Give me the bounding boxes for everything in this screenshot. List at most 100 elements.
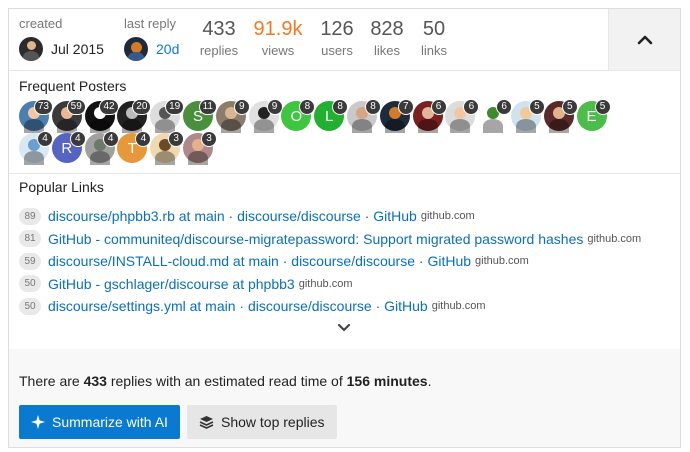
avatar-figure xyxy=(89,151,110,165)
users-stat: 126 users xyxy=(317,18,357,59)
expand-links-button[interactable] xyxy=(336,321,352,333)
popular-links-title: Popular Links xyxy=(19,179,104,195)
chevron-up-icon xyxy=(637,35,652,44)
popular-link-row: 89 discourse/phpbb3.rb at main · discours… xyxy=(19,205,669,228)
posters-row: 73 59 42 20 19 S 11 9 9 O 8 L 8 8 7 6 6 6 5 5 E 5 xyxy=(19,99,659,133)
post-count-badge: 6 xyxy=(430,99,447,115)
poster-avatar[interactable]: 3 xyxy=(150,131,185,165)
post-count-badge: 11 xyxy=(198,99,217,115)
poster-avatar[interactable]: E5 xyxy=(576,99,611,131)
poster-avatar[interactable]: 8 xyxy=(346,99,381,133)
links-stat[interactable]: 50 links xyxy=(419,18,449,59)
post-count-badge: 73 xyxy=(33,99,53,115)
post-count-badge: 6 xyxy=(463,99,480,115)
avatar-figure xyxy=(351,119,372,133)
link-domain: github.com xyxy=(587,232,642,245)
links-label: links xyxy=(420,43,447,58)
poster-avatar[interactable]: L8 xyxy=(314,99,349,131)
post-count-badge: 8 xyxy=(299,99,316,115)
avatar-figure xyxy=(384,119,405,133)
avatar-figure xyxy=(483,119,504,133)
summary-text: There are 433 replies with an estimated … xyxy=(19,373,431,389)
poster-avatar[interactable]: 4 xyxy=(84,131,119,165)
views-label: views xyxy=(261,43,295,58)
post-count-badge: 5 xyxy=(594,99,611,115)
chevron-down-icon xyxy=(337,323,351,332)
post-count-badge: 42 xyxy=(99,99,119,115)
popular-link[interactable]: discourse/settings.yml at main · discour… xyxy=(48,298,428,314)
summary-suffix: . xyxy=(427,373,432,389)
topic-map: created Jul 2015 last reply 20d 433 repl… xyxy=(8,8,681,448)
poster-avatar[interactable]: 9 xyxy=(248,99,283,133)
popular-link[interactable]: discourse/phpbb3.rb at main · discourse/… xyxy=(48,208,417,224)
poster-avatar[interactable]: 6 xyxy=(478,99,513,133)
poster-avatar[interactable]: 4 xyxy=(19,131,53,165)
link-click-count: 50 xyxy=(19,275,41,293)
poster-avatar[interactable]: 73 xyxy=(19,99,53,133)
link-domain: github.com xyxy=(298,277,353,290)
poster-avatar[interactable]: 9 xyxy=(215,99,250,133)
popular-link-row: 50 discourse/settings.yml at main · disco… xyxy=(19,295,669,318)
sparkle-icon xyxy=(31,415,45,429)
poster-avatar[interactable]: 42 xyxy=(84,99,119,133)
avatar-figure xyxy=(187,151,208,165)
replies-stat: 433 replies xyxy=(197,18,241,59)
avatar-figure xyxy=(253,119,274,133)
posters-row: 4R44T433 xyxy=(19,131,659,165)
last-reply-date[interactable]: 20d xyxy=(156,41,179,57)
post-count-badge: 19 xyxy=(165,99,185,115)
poster-avatar[interactable]: 6 xyxy=(445,99,480,133)
popular-link-row: 59 discourse/INSTALL-cloud.md at main · d… xyxy=(19,250,669,273)
link-domain: github.com xyxy=(420,210,475,223)
frequent-posters-title: Frequent Posters xyxy=(19,78,127,94)
poster-avatar[interactable]: S 11 xyxy=(182,99,217,131)
summary-read-time: 156 minutes xyxy=(346,373,428,389)
created-date[interactable]: Jul 2015 xyxy=(51,41,104,57)
post-count-badge: 4 xyxy=(102,131,119,147)
popular-link[interactable]: discourse/INSTALL-cloud.md at main · dis… xyxy=(48,253,471,269)
link-domain: github.com xyxy=(475,255,529,268)
topic-stats-bar: created Jul 2015 last reply 20d 433 repl… xyxy=(9,9,680,71)
collapse-button[interactable] xyxy=(608,9,680,70)
post-count-badge: 3 xyxy=(168,131,185,147)
post-count-badge: 5 xyxy=(561,99,578,115)
link-click-count: 89 xyxy=(19,207,41,225)
likes-label: likes xyxy=(373,43,400,58)
link-domain: github.com xyxy=(431,300,486,313)
popular-link[interactable]: GitHub - communiteq/discourse-migratepas… xyxy=(48,231,583,247)
views-count: 91.9k xyxy=(253,18,303,40)
created-label: created xyxy=(19,16,63,31)
section-divider xyxy=(9,173,680,174)
poster-avatar[interactable]: T4 xyxy=(117,131,152,163)
creator-avatar[interactable] xyxy=(19,37,43,61)
avatar-figure xyxy=(548,119,569,133)
link-click-count: 50 xyxy=(19,297,41,315)
popular-link[interactable]: GitHub - gschlager/discourse at phpbb3 xyxy=(48,276,295,292)
poster-avatar[interactable]: R4 xyxy=(51,131,86,163)
frequent-posters-list: 73 59 42 20 19 S 11 9 9 O 8 L 8 8 7 6 6 6 5 5 E 5 4R44T433 xyxy=(19,99,659,165)
last-replier-avatar[interactable] xyxy=(124,37,148,61)
popular-link-row: 50 GitHub - gschlager/discourse at phpbb3… xyxy=(19,273,669,296)
poster-avatar[interactable]: O8 xyxy=(281,99,316,131)
replies-count: 433 xyxy=(202,18,236,40)
poster-avatar[interactable]: 5 xyxy=(543,99,578,133)
post-count-badge: 6 xyxy=(496,99,513,115)
poster-avatar[interactable]: 59 xyxy=(51,99,86,133)
avatar-figure xyxy=(220,119,241,133)
poster-avatar[interactable]: 6 xyxy=(412,99,447,133)
poster-avatar[interactable]: 19 xyxy=(150,99,185,133)
layers-icon xyxy=(199,416,214,429)
post-count-badge: 20 xyxy=(132,99,152,115)
poster-avatar[interactable]: 20 xyxy=(117,99,152,133)
likes-count: 828 xyxy=(370,18,404,40)
post-count-badge: 8 xyxy=(364,99,381,115)
poster-avatar[interactable]: 7 xyxy=(379,99,414,133)
poster-avatar[interactable]: 5 xyxy=(510,99,545,133)
poster-avatar[interactable]: 3 xyxy=(182,131,217,165)
post-count-badge: 9 xyxy=(266,99,283,115)
likes-stat: 828 likes xyxy=(368,18,406,59)
show-top-replies-button[interactable]: Show top replies xyxy=(187,405,337,439)
popular-links-list: 89 discourse/phpbb3.rb at main · discours… xyxy=(19,205,669,318)
summarize-with-ai-button[interactable]: Summarize with AI xyxy=(19,405,180,439)
avatar-figure xyxy=(155,151,176,165)
